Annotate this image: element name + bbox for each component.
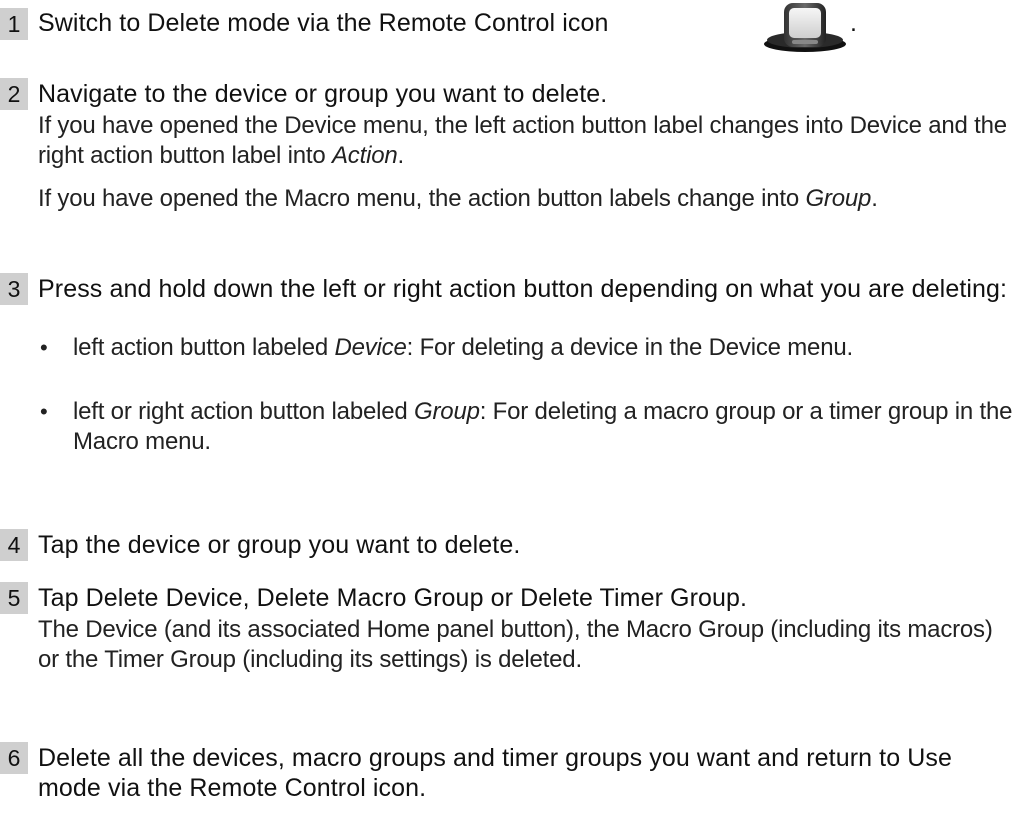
- step-number: 2: [0, 78, 28, 110]
- step-heading: Tap Delete Device, Delete Macro Group or…: [38, 584, 748, 612]
- step-heading-suffix: .: [850, 9, 857, 37]
- step-paragraph: If you have opened the Device menu, the …: [38, 112, 1007, 169]
- bullet-icon: •: [40, 399, 48, 424]
- step-number: 4: [0, 529, 28, 561]
- step-number: 6: [0, 742, 28, 774]
- step-heading: Switch to Delete mode via the Remote Con…: [38, 8, 1016, 38]
- step-number: 5: [0, 582, 28, 614]
- step-heading: Navigate to the device or group you want…: [38, 80, 608, 108]
- step-paragraph: If you have opened the Macro menu, the a…: [38, 185, 878, 212]
- list-item-text: left action button labeled Device: For d…: [73, 334, 853, 361]
- step-heading: Press and hold down the left or right ac…: [38, 275, 1008, 303]
- list-item-text: left or right action button labeled Grou…: [73, 398, 1013, 455]
- step-number: 1: [0, 8, 28, 40]
- step-heading: Delete all the devices, macro groups and…: [38, 744, 953, 802]
- step-heading: Tap the device or group you want to dele…: [38, 531, 521, 559]
- bullet-icon: •: [40, 335, 48, 360]
- step-paragraph: The Device (and its associated Home pane…: [38, 616, 993, 673]
- step-heading-text: Switch to Delete mode via the Remote Con…: [38, 9, 609, 37]
- remote-control-icon: [764, 3, 846, 52]
- step-number: 3: [0, 273, 28, 305]
